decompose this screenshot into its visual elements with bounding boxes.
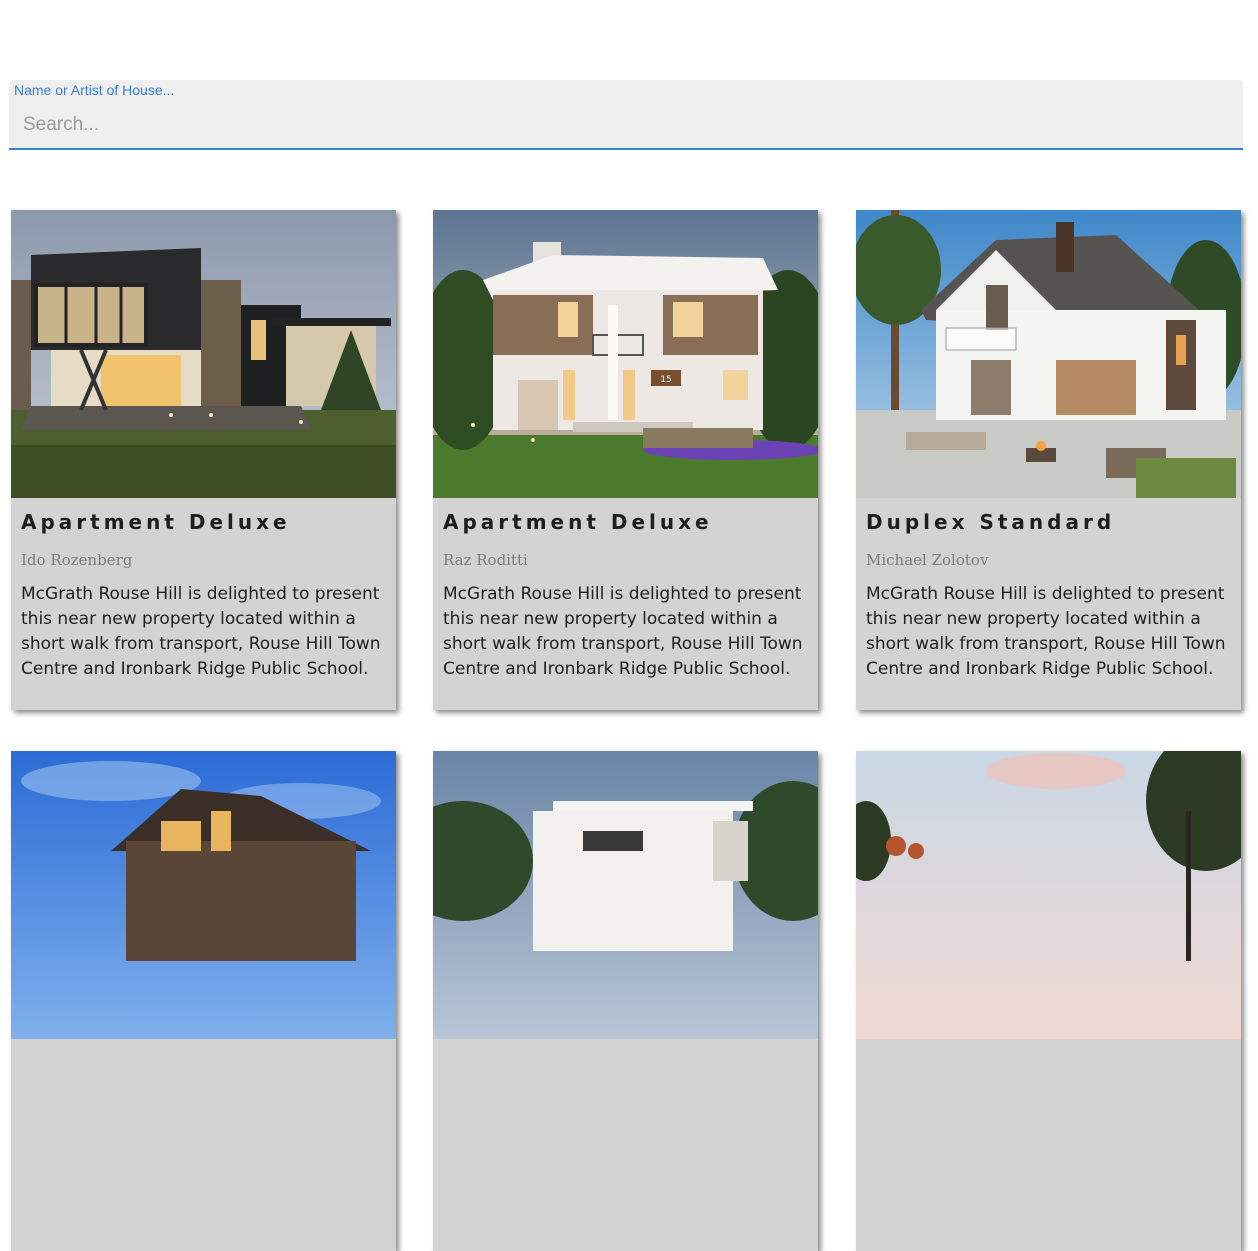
house-card[interactable] — [433, 751, 818, 1251]
white-two-story-house-photo: 15 — [433, 210, 818, 498]
search-input[interactable] — [23, 113, 1223, 137]
house-among-trees-photo — [856, 751, 1241, 1039]
house-title: Apartment Deluxe — [443, 510, 713, 534]
house-title: Duplex Standard — [866, 510, 1116, 534]
house-card[interactable]: Duplex Standard Michael Zolotov McGrath … — [856, 210, 1241, 710]
house-card[interactable] — [11, 751, 396, 1251]
house-artist: Raz Roditti — [443, 551, 528, 569]
gabled-duplex-house-photo — [856, 210, 1241, 498]
modern-dark-house-photo — [11, 210, 396, 498]
house-artist: Michael Zolotov — [866, 551, 989, 569]
search-label: Name or Artist of House... — [14, 82, 175, 98]
chalet-house-dusk-photo — [11, 751, 396, 1039]
white-cube-house-photo — [433, 751, 818, 1039]
house-description: McGrath Rouse Hill is delighted to prese… — [866, 584, 1226, 679]
house-artist: Ido Rozenberg — [21, 551, 133, 569]
house-description: McGrath Rouse Hill is delighted to prese… — [443, 584, 803, 679]
svg-text:15: 15 — [660, 375, 671, 385]
search-field[interactable]: Name or Artist of House... — [9, 80, 1243, 150]
house-card[interactable] — [856, 751, 1241, 1251]
house-card[interactable]: 15 Apartment Deluxe Raz Roditti McGrath … — [433, 210, 818, 710]
house-title: Apartment Deluxe — [21, 510, 291, 534]
house-description: McGrath Rouse Hill is delighted to prese… — [21, 584, 381, 679]
house-card[interactable]: Apartment Deluxe Ido Rozenberg McGrath R… — [11, 210, 396, 710]
